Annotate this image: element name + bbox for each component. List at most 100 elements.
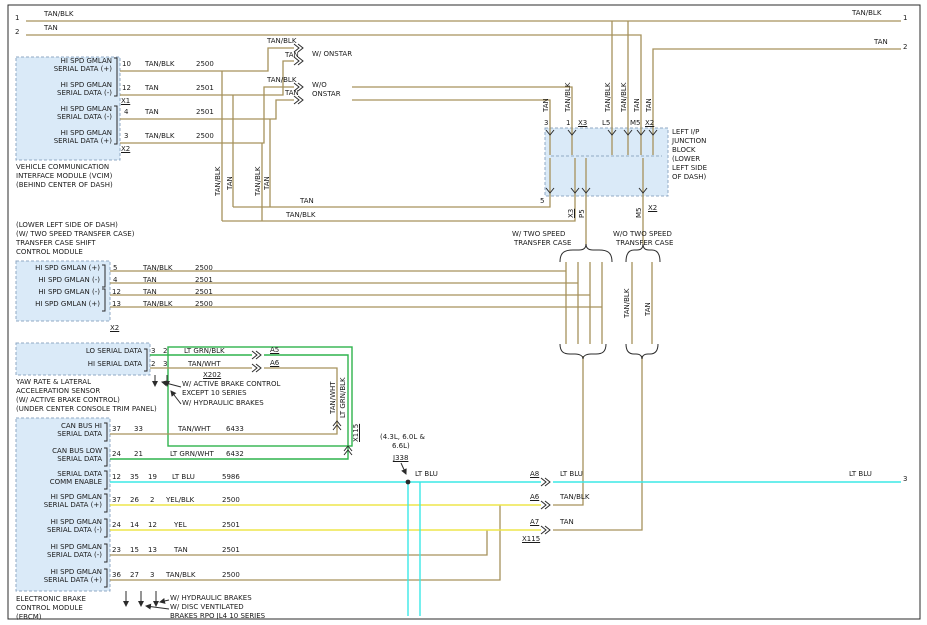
pin-number: 12 (112, 288, 121, 296)
vcim-row-label: HI SPD GMLAN (18, 105, 112, 113)
module-caption-line: YAW RATE & LATERAL (16, 378, 91, 386)
circuit-number: 2501 (195, 276, 213, 284)
edge-marker-left-2: 2 (15, 28, 19, 36)
connector-id: X2 (645, 119, 654, 127)
circuit-number: 2501 (196, 108, 214, 116)
pin-number: 3 (150, 571, 154, 579)
pin-number: 4 (124, 108, 128, 116)
ebcm-row-label: SERIAL DATA (-) (18, 551, 102, 559)
wire-label: TAN (145, 108, 159, 116)
pin-number: 23 (112, 546, 121, 554)
wire-label: TAN/BLK (44, 10, 73, 18)
module-caption-line: (UNDER CENTER CONSOLE TRIM PANEL) (16, 405, 157, 413)
note-line: W/ DISC VENTILATED (170, 603, 244, 611)
pin-number: 26 (130, 496, 139, 504)
connector-id: X1 (121, 97, 130, 105)
ebcm-row-label: SERIAL DATA (18, 470, 102, 478)
wire-label: TAN (145, 84, 159, 92)
variant-label: TRANSFER CASE (616, 239, 673, 247)
pin-number: 15 (130, 546, 139, 554)
wire-label: TAN (174, 546, 188, 554)
terminal-id: A6 (270, 359, 279, 367)
wire-label: TAN/BLK (145, 60, 174, 68)
ebcm-row-label: CAN BUS HI (18, 422, 102, 430)
wire-label-vertical: TAN/BLK (620, 83, 628, 112)
note-line: W/ HYDRAULIC BRAKES (182, 399, 264, 407)
wire-label: TAN/BLK (852, 9, 881, 17)
wire-label: YEL/BLK (166, 496, 194, 504)
wire-label-vertical: TAN/BLK (604, 83, 612, 112)
wire-label: TAN (874, 38, 888, 46)
tcase-row-label: HI SPD GMLAN (+) (18, 300, 100, 308)
wire-label: TAN/WHT (188, 360, 221, 368)
edge-marker-right-1: 1 (903, 14, 907, 22)
pin-number: 35 (130, 473, 139, 481)
wire-label-vertical: LT GRN/BLK (339, 377, 347, 418)
wiring-diagram-page: 1 2 TAN/BLK TAN TAN/BLK 1 TAN 2 LT BLU 3… (0, 0, 927, 625)
circuit-number: 2501 (195, 288, 213, 296)
module-caption-line: INTERFACE MODULE (VCIM) (16, 172, 112, 180)
wire-label-vertical: TAN (226, 176, 234, 190)
block-caption-line: JUNCTION (672, 137, 706, 145)
variant-label: W/ ONSTAR (312, 50, 352, 58)
pin-number: 2 (150, 496, 154, 504)
connector-id-vertical: X115 (352, 424, 360, 442)
pin-number: 36 (112, 571, 121, 579)
wire-label: TAN (300, 197, 314, 205)
ebcm-row-label: SERIAL DATA (+) (18, 576, 102, 584)
circuit-number: 2500 (222, 571, 240, 579)
yaw-row-label: LO SERIAL DATA (18, 347, 142, 355)
splice-id: J338 (393, 454, 408, 462)
module-caption-line: (W/ ACTIVE BRAKE CONTROL) (16, 396, 120, 404)
module-caption-line: (BEHIND CENTER OF DASH) (16, 181, 113, 189)
variant-label: W/O (312, 81, 327, 89)
pin-number: 37 (112, 425, 121, 433)
circuit-number: 6432 (226, 450, 244, 458)
wire-label-vertical: TAN (542, 98, 550, 112)
module-caption-line: VEHICLE COMMUNICATION (16, 163, 109, 171)
module-caption-line: ACCELERATION SENSOR (16, 387, 100, 395)
pin-number: 2 (163, 347, 167, 355)
connector-chevrons (252, 44, 657, 534)
vcim-row-label: SERIAL DATA (-) (18, 113, 112, 121)
note-line: (4.3L, 6.0L & (380, 433, 425, 441)
wire-label: TAN/BLK (166, 571, 195, 579)
pin-number: 2 (151, 360, 155, 368)
wire-label-vertical: TAN/BLK (254, 167, 262, 196)
pin-number: 5 (540, 197, 544, 205)
edge-marker-right-2: 2 (903, 43, 907, 51)
wire-label: TAN (285, 51, 299, 59)
tcase-row-label: HI SPD GMLAN (-) (18, 276, 100, 284)
wire-label-vertical: TAN/BLK (623, 289, 631, 318)
connector-id: X115 (522, 535, 540, 543)
wire-label: LT BLU (415, 470, 438, 478)
module-caption-line: ELECTRONIC BRAKE (16, 595, 86, 603)
wire-label: TAN/BLK (560, 493, 589, 501)
pin-number: 3 (151, 347, 155, 355)
terminal-id: A5 (270, 346, 279, 354)
terminal-id: A8 (530, 470, 539, 478)
junction-dot (406, 480, 411, 485)
pin-number: 27 (130, 571, 139, 579)
pin-number: 37 (112, 496, 121, 504)
ebcm-row-label: HI SPD GMLAN (18, 568, 102, 576)
wire-label: LT BLU (849, 470, 872, 478)
wire-label: LT GRN/WHT (170, 450, 214, 458)
pin-number: 24 (112, 521, 121, 529)
yaw-row-label: HI SERIAL DATA (18, 360, 142, 368)
block-caption-line: BLOCK (672, 146, 695, 154)
pin-number: 19 (148, 473, 157, 481)
ebcm-row-label: SERIAL DATA (18, 430, 102, 438)
block-caption-line: LEFT I/P (672, 128, 699, 136)
edge-marker-left-1: 1 (15, 14, 19, 22)
circuit-number: 2500 (195, 300, 213, 308)
pin-number: 10 (122, 60, 131, 68)
block-caption-line: (LOWER (672, 155, 700, 163)
pin-number: 12 (148, 521, 157, 529)
wire-label: TAN/BLK (267, 76, 296, 84)
pin-number-vertical: P5 (578, 209, 586, 218)
circuit-number: 2500 (222, 496, 240, 504)
connector-id: X2 (121, 145, 130, 153)
pin-number: 33 (134, 425, 143, 433)
wire-label: TAN/WHT (178, 425, 211, 433)
